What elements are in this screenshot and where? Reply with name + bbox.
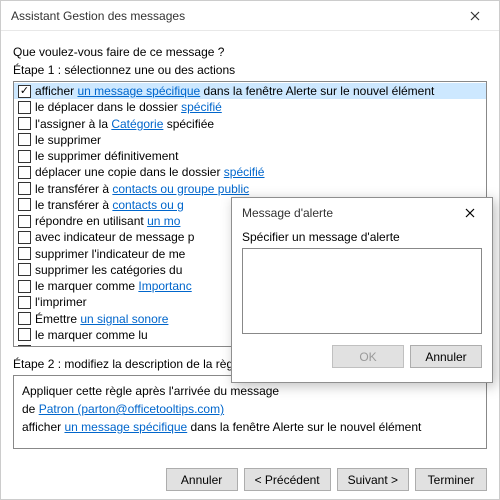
action-label: déplacer une copie dans le dossier spéci… xyxy=(35,165,264,179)
dialog-ok-button[interactable]: OK xyxy=(332,345,404,368)
cancel-button[interactable]: Annuler xyxy=(166,468,238,491)
window-close-button[interactable] xyxy=(455,3,495,29)
action-label: afficher un message spécifique dans la f… xyxy=(35,84,434,98)
action-checkbox[interactable] xyxy=(18,328,31,341)
dialog-titlebar: Message d'alerte xyxy=(232,198,492,228)
alert-message-input[interactable] xyxy=(242,248,482,334)
dialog-title: Message d'alerte xyxy=(242,206,450,220)
window-title: Assistant Gestion des messages xyxy=(11,9,455,23)
action-checkbox[interactable] xyxy=(18,85,31,98)
close-icon xyxy=(470,11,480,21)
action-checkbox[interactable] xyxy=(18,263,31,276)
action-checkbox[interactable] xyxy=(18,101,31,114)
desc-line-2: de Patron (parton@officetooltips.com) xyxy=(22,400,478,418)
action-link[interactable]: un signal sonore xyxy=(80,312,168,326)
action-label: arrêter de traiter plus de règ xyxy=(35,344,184,347)
titlebar: Assistant Gestion des messages xyxy=(1,1,499,31)
dialog-body: Spécifier un message d'alerte OK Annuler xyxy=(232,228,492,376)
action-link[interactable]: spécifié xyxy=(224,165,265,179)
action-row[interactable]: le déplacer dans le dossier spécifié xyxy=(14,99,486,115)
action-label: le marquer comme Importanc xyxy=(35,279,192,293)
wizard-button-row: Annuler < Précédent Suivant > Terminer xyxy=(1,468,499,491)
finish-button[interactable]: Terminer xyxy=(415,468,487,491)
desc-line-3: afficher un message spécifique dans la f… xyxy=(22,418,478,436)
action-link[interactable]: Importanc xyxy=(138,279,191,293)
desc-message-link[interactable]: un message spécifique xyxy=(64,420,187,434)
action-checkbox[interactable] xyxy=(18,182,31,195)
action-link[interactable]: contacts ou groupe public xyxy=(112,182,249,196)
action-checkbox[interactable] xyxy=(18,312,31,325)
action-link[interactable]: spécifié xyxy=(181,100,222,114)
close-icon xyxy=(465,208,475,218)
desc-sender-link[interactable]: Patron (parton@officetooltips.com) xyxy=(39,402,224,416)
dialog-cancel-button[interactable]: Annuler xyxy=(410,345,482,368)
action-label: répondre en utilisant un mo xyxy=(35,214,180,228)
action-label: le marquer comme lu xyxy=(35,328,148,342)
action-row[interactable]: le supprimer définitivement xyxy=(14,148,486,164)
action-checkbox[interactable] xyxy=(18,215,31,228)
action-checkbox[interactable] xyxy=(18,231,31,244)
action-checkbox[interactable] xyxy=(18,133,31,146)
action-checkbox[interactable] xyxy=(18,198,31,211)
action-label: supprimer les catégories du xyxy=(35,263,182,277)
action-link[interactable]: Catégorie xyxy=(111,117,163,131)
action-row[interactable]: le supprimer xyxy=(14,132,486,148)
rule-description: Appliquer cette règle après l'arrivée du… xyxy=(13,375,487,449)
action-checkbox[interactable] xyxy=(18,280,31,293)
step1-label: Étape 1 : sélectionnez une ou des action… xyxy=(13,63,487,77)
dialog-button-row: OK Annuler xyxy=(242,345,482,368)
action-link[interactable]: contacts ou g xyxy=(112,198,183,212)
action-checkbox[interactable] xyxy=(18,117,31,130)
dialog-label: Spécifier un message d'alerte xyxy=(242,230,482,244)
action-label: avec indicateur de message p xyxy=(35,230,194,244)
action-label: l'assigner à la Catégorie spécifiée xyxy=(35,117,214,131)
action-checkbox[interactable] xyxy=(18,296,31,309)
action-row[interactable]: l'assigner à la Catégorie spécifiée xyxy=(14,116,486,132)
desc-line-1: Appliquer cette règle après l'arrivée du… xyxy=(22,382,478,400)
action-label: le transférer à contacts ou groupe publi… xyxy=(35,182,249,196)
action-link[interactable]: un message spécifique xyxy=(77,84,200,98)
question-label: Que voulez-vous faire de ce message ? xyxy=(13,45,487,59)
action-link[interactable]: un mo xyxy=(147,214,180,228)
action-label: l'imprimer xyxy=(35,295,87,309)
action-row[interactable]: déplacer une copie dans le dossier spéci… xyxy=(14,164,486,180)
action-checkbox[interactable] xyxy=(18,166,31,179)
next-button[interactable]: Suivant > xyxy=(337,468,409,491)
action-label: le supprimer définitivement xyxy=(35,149,178,163)
action-label: supprimer l'indicateur de me xyxy=(35,247,185,261)
action-label: le déplacer dans le dossier spécifié xyxy=(35,100,222,114)
action-checkbox[interactable] xyxy=(18,345,31,347)
action-label: Émettre un signal sonore xyxy=(35,312,168,326)
action-row[interactable]: le transférer à contacts ou groupe publi… xyxy=(14,181,486,197)
dialog-close-button[interactable] xyxy=(450,200,490,226)
action-label: le supprimer xyxy=(35,133,101,147)
action-row[interactable]: afficher un message spécifique dans la f… xyxy=(14,83,486,99)
action-checkbox[interactable] xyxy=(18,247,31,260)
alert-message-dialog: Message d'alerte Spécifier un message d'… xyxy=(231,197,493,383)
action-label: le transférer à contacts ou g xyxy=(35,198,184,212)
action-checkbox[interactable] xyxy=(18,150,31,163)
back-button[interactable]: < Précédent xyxy=(244,468,331,491)
